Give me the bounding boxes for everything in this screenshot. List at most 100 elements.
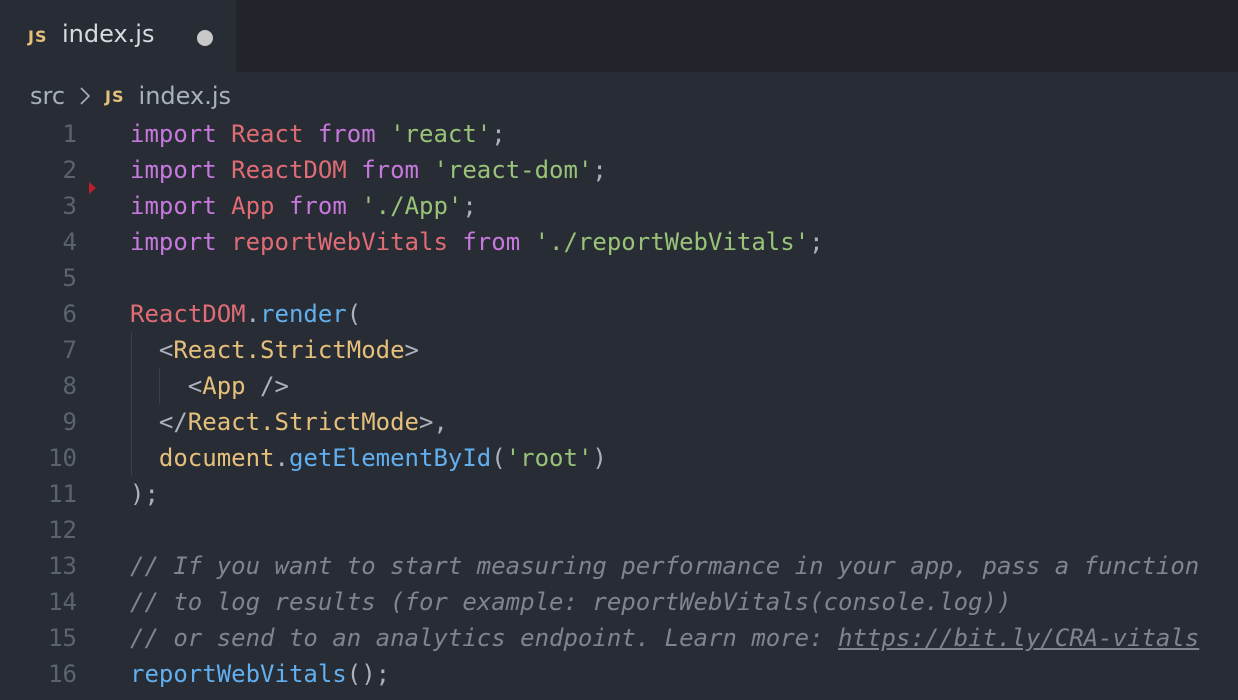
code-token: ReactDOM	[130, 300, 246, 328]
breadcrumb: src JS index.js	[30, 78, 231, 114]
code-token: from	[361, 156, 419, 184]
code-editor[interactable]: 1 import React from 'react'; 2 import React…	[0, 116, 1238, 700]
line-number: 9	[62, 408, 77, 436]
code-line[interactable]: 12	[0, 512, 1238, 548]
code-token: )	[592, 444, 607, 472]
code-token: from	[462, 228, 521, 256]
code-text: // to log results (for example: reportWe…	[130, 584, 1011, 620]
code-token: <	[130, 372, 203, 400]
code-token: >,	[418, 408, 448, 436]
code-text: import React from 'react';	[130, 116, 506, 152]
code-line[interactable]: 8 <App />	[0, 368, 1238, 404]
code-token: .	[274, 444, 289, 472]
tab-label: index.js	[62, 20, 155, 48]
code-token: document	[158, 444, 275, 472]
code-token: './App'	[361, 192, 463, 220]
line-number: 7	[62, 336, 77, 364]
code-token: './reportWebVitals'	[534, 228, 810, 256]
code-token: >	[404, 336, 419, 364]
code-token: );	[130, 480, 159, 508]
code-text: import ReactDOM from 'react-dom';	[130, 152, 607, 188]
line-number: 5	[62, 264, 77, 292]
code-line[interactable]: 2 import ReactDOM from 'react-dom';	[0, 152, 1238, 188]
code-text: import reportWebVitals from './reportWeb…	[130, 224, 824, 260]
code-token: App	[202, 372, 246, 400]
code-token: ReactDOM	[231, 156, 347, 184]
code-token: from	[317, 120, 376, 148]
line-number: 2	[62, 156, 77, 184]
breadcrumb-file[interactable]: index.js	[139, 82, 231, 110]
code-token: (	[491, 444, 506, 472]
line-number: 3	[62, 192, 77, 220]
line-number: 14	[48, 588, 77, 616]
code-token: React.StrictMode	[173, 336, 405, 364]
code-token: App	[231, 192, 275, 220]
line-number: 12	[48, 516, 77, 544]
code-text: );	[130, 476, 159, 512]
code-token: reportWebVitals	[231, 228, 448, 256]
line-number: 4	[62, 228, 77, 256]
line-number: 1	[62, 120, 77, 148]
code-line[interactable]: 7 <React.StrictMode>	[0, 332, 1238, 368]
line-number: 10	[48, 444, 77, 472]
code-token: (	[346, 300, 362, 328]
code-token: 'react-dom'	[433, 156, 593, 184]
code-line[interactable]: 4 import reportWebVitals from './reportWe…	[0, 224, 1238, 260]
code-text: <App />	[130, 368, 289, 404]
code-line[interactable]: 14 // to log results (for example: report…	[0, 584, 1238, 620]
tab-index-js[interactable]: JS index.js	[0, 0, 236, 72]
code-token: />	[245, 372, 289, 400]
code-line[interactable]: 11);	[0, 476, 1238, 512]
code-line[interactable]: 16 reportWebVitals();	[0, 656, 1238, 692]
code-token: .	[245, 300, 261, 328]
breadcrumb-folder[interactable]: src	[30, 82, 65, 110]
line-number: 11	[48, 480, 77, 508]
code-link[interactable]: https://bit.ly/CRA-vitals	[838, 624, 1199, 652]
js-file-icon: JS	[105, 86, 125, 106]
code-token: 'react'	[390, 120, 492, 148]
code-line[interactable]: 13 // If you want to start measuring perf…	[0, 548, 1238, 584]
code-line[interactable]: 6 ReactDOM.render(	[0, 296, 1238, 332]
code-token: <	[130, 336, 174, 364]
line-number: 13	[48, 552, 77, 580]
code-text: ReactDOM.render(	[130, 296, 361, 332]
code-token: // to log results (for example: reportWe…	[130, 588, 1012, 616]
code-token: ();	[346, 660, 391, 688]
code-token: import	[130, 192, 217, 220]
line-number: 6	[62, 300, 77, 328]
code-token: render	[260, 300, 347, 328]
code-token: import	[130, 228, 217, 256]
line-number: 8	[62, 372, 77, 400]
code-line[interactable]: 5	[0, 260, 1238, 296]
code-token: // or send to an analytics endpoint. Lea…	[130, 624, 839, 652]
line-number: 16	[48, 660, 77, 688]
code-token: import	[130, 156, 217, 184]
code-line[interactable]: 9 </React.StrictMode>,	[0, 404, 1238, 440]
code-token: getElementById	[288, 444, 492, 472]
code-token: React	[231, 120, 304, 148]
code-line[interactable]: 3 import App from './App';	[0, 188, 1238, 224]
code-text: // or send to an analytics endpoint. Lea…	[130, 620, 1199, 656]
code-token: </	[130, 408, 188, 436]
code-token: ;	[592, 156, 607, 184]
chevron-right-icon	[79, 86, 91, 106]
unsaved-dot-icon[interactable]	[197, 30, 213, 46]
code-token: 'root'	[505, 444, 593, 472]
code-text: import App from './App';	[130, 188, 477, 224]
code-line[interactable]: 15 // or send to an analytics endpoint. L…	[0, 620, 1238, 656]
code-line[interactable]: 1 import React from 'react';	[0, 116, 1238, 152]
code-token: React.StrictMode	[187, 408, 419, 436]
code-text: <React.StrictMode>	[130, 332, 419, 368]
code-token: // If you want to start measuring perfor…	[130, 552, 1200, 580]
tab-bar: JS index.js	[0, 0, 1238, 72]
code-line[interactable]: 10 document.getElementById('root')	[0, 440, 1238, 476]
